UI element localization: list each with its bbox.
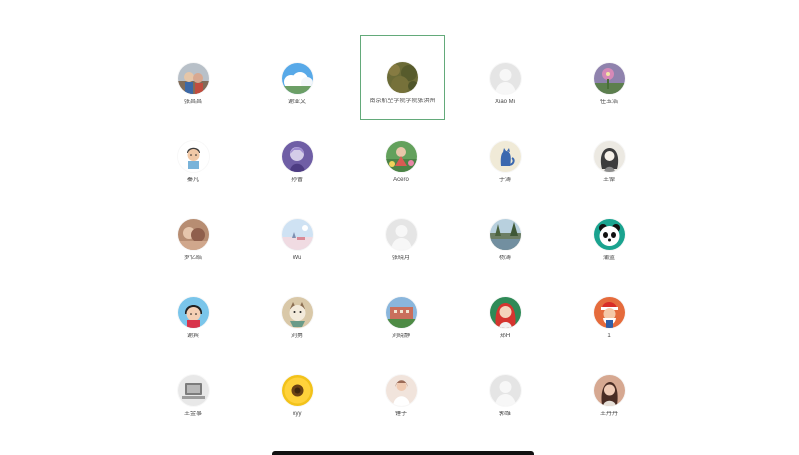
contact-name: 刘晓静 [391, 333, 410, 339]
contact-name: 谢宾 [186, 333, 199, 339]
default-user-icon [489, 375, 521, 406]
contact-item-7[interactable]: Acero [349, 113, 453, 191]
contact-name: 于涛 [498, 177, 511, 183]
contact-name: Acero [393, 177, 409, 183]
contact-name: 王丹丹 [599, 411, 618, 417]
contact-picker-screen: 张昌昌 谢亚文 南京航空学院学院张洪州 Xiao Mi 任玉浩 秦凡 孙曹 Ac… [0, 0, 799, 455]
contact-item-13[interactable]: 杨涛 [453, 191, 557, 269]
contact-name: 任玉浩 [599, 99, 618, 105]
home-indicator [272, 451, 534, 455]
default-user-icon [385, 219, 417, 250]
contact-name: 罗亿皓 [183, 255, 202, 261]
contact-item-8[interactable]: 于涛 [453, 113, 557, 191]
contact-item-0[interactable]: 张昌昌 [141, 35, 245, 113]
contact-name: 刘勇 [290, 333, 303, 339]
pastel-sky-icon [281, 219, 313, 250]
contact-item-6[interactable]: 孙曹 [245, 113, 349, 191]
contact-item-22[interactable]: 锤子 [349, 347, 453, 425]
contact-item-17[interactable]: 刘晓静 [349, 269, 453, 347]
contact-item-15[interactable]: 谢宾 [141, 269, 245, 347]
kids-photo-icon [177, 63, 209, 94]
cat-bowl-icon [281, 297, 313, 328]
contact-name: 蒲蓝 [602, 255, 615, 261]
contact-name: 谢亚文 [287, 99, 306, 105]
red-hair-girl-icon [489, 297, 521, 328]
contact-name: 锤子 [394, 411, 407, 417]
sunflower-icon [281, 375, 313, 406]
contact-item-14[interactable]: 蒲蓝 [557, 191, 661, 269]
contact-name: 郭维 [498, 411, 511, 417]
contact-item-5[interactable]: 秦凡 [141, 113, 245, 191]
contact-name: 王倬 [602, 177, 615, 183]
flower-purple-icon [593, 63, 625, 94]
ink-portrait-icon [593, 141, 625, 172]
contact-name: 孙曹 [290, 177, 303, 183]
contact-grid: 张昌昌 谢亚文 南京航空学院学院张洪州 Xiao Mi 任玉浩 秦凡 孙曹 Ac… [141, 35, 661, 425]
contact-name: Wu [292, 255, 302, 261]
maruko-icon [177, 297, 209, 328]
contact-name: 南京航空学院学院张洪州 [369, 98, 436, 104]
contact-name: 杨涛 [498, 255, 511, 261]
contact-name: 1 [607, 333, 611, 339]
blue-cat-icon [489, 141, 521, 172]
contact-name: 王金事 [183, 411, 202, 417]
warm-photo-icon [177, 219, 209, 250]
contact-item-3[interactable]: Xiao Mi [453, 35, 557, 113]
default-user-icon [489, 63, 521, 94]
girl-portrait-icon [593, 375, 625, 406]
contact-name: 张晓月 [391, 255, 410, 261]
contact-item-1[interactable]: 谢亚文 [245, 35, 349, 113]
contact-item-9[interactable]: 王倬 [557, 113, 661, 191]
contact-item-21[interactable]: xyy [245, 347, 349, 425]
contact-name: Xiao Mi [494, 99, 515, 105]
grass-field-icon [387, 62, 418, 93]
contact-item-20[interactable]: 王金事 [141, 347, 245, 425]
contact-item-10[interactable]: 罗亿皓 [141, 191, 245, 269]
contact-item-11[interactable]: Wu [245, 191, 349, 269]
panda-icon [593, 219, 625, 250]
bride-icon [385, 375, 417, 406]
contact-item-23[interactable]: 郭维 [453, 347, 557, 425]
contact-item-16[interactable]: 刘勇 [245, 269, 349, 347]
contact-name: xyy [292, 411, 302, 417]
contact-name: 张昌昌 [183, 99, 202, 105]
santa-icon [593, 297, 625, 328]
sky-clouds-icon [281, 63, 313, 94]
contact-item-24[interactable]: 王丹丹 [557, 347, 661, 425]
lake-trees-icon [489, 219, 521, 250]
contact-item-18[interactable]: 郑H [453, 269, 557, 347]
contact-name: 秦凡 [186, 177, 199, 183]
contact-item-12[interactable]: 张晓月 [349, 191, 453, 269]
contact-item-4[interactable]: 任玉浩 [557, 35, 661, 113]
campus-icon [385, 297, 417, 328]
contact-item-19[interactable]: 1 [557, 269, 661, 347]
girl-garden-icon [385, 141, 417, 172]
purple-anime-icon [281, 141, 313, 172]
contact-name: 郑H [499, 333, 511, 339]
contact-item-2[interactable]: 南京航空学院学院张洪州 [360, 35, 445, 120]
cartoon-boy-icon [177, 141, 209, 172]
laptop-icon [177, 375, 209, 406]
